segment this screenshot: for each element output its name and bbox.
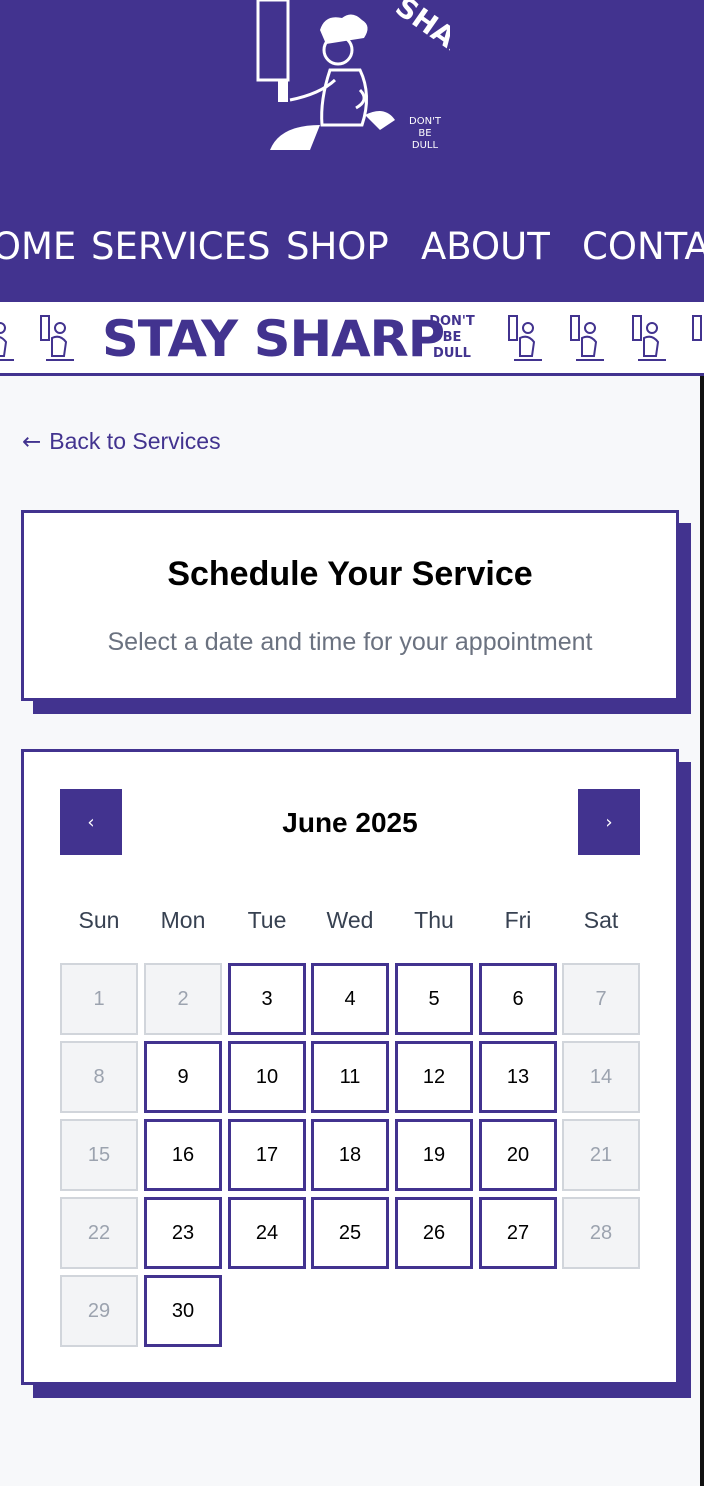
calendar-day-unavailable: 7 [562,963,640,1035]
nav-item-contact[interactable]: CONTACT [582,222,704,272]
calendar-day-available[interactable]: 23 [144,1197,222,1269]
calendar-day-unavailable: 15 [60,1119,138,1191]
running-chef-icon [632,315,666,361]
calendar-day-available[interactable]: 12 [395,1041,473,1113]
calendar-day-available[interactable]: 20 [479,1119,557,1191]
nav-item-home[interactable]: HOME [0,222,76,272]
calendar-card: ‹ June 2025 › Sun Mon Tue Wed Thu Fri Sat 1 2 3 4 5… [21,749,679,1385]
running-chef-icon [0,322,14,361]
weekday-label: Mon [160,907,206,933]
calendar-day-available[interactable]: 16 [144,1119,222,1191]
banner-tagline: DON'T BE DULL [425,314,479,362]
calendar-day-available[interactable]: 5 [395,963,473,1035]
calendar-day-available[interactable]: 3 [228,963,306,1035]
weekday-label: Fri [504,907,532,933]
svg-text:SHARP: SHARP [389,0,450,78]
banner-tagline-line: DON'T [429,314,475,329]
banner-wordmark: STAY SHARP [102,310,445,368]
page-title: Schedule Your Service [167,555,533,593]
nav-item-services[interactable]: SERVICES [91,222,270,272]
calendar-day-unavailable: 21 [562,1119,640,1191]
calendar-day-unavailable: 14 [562,1041,640,1113]
calendar-day-unavailable: 22 [60,1197,138,1269]
calendar-day-available[interactable]: 18 [311,1119,389,1191]
weekday-label: Sat [583,907,619,933]
calendar-day-available[interactable]: 17 [228,1119,306,1191]
calendar-day-unavailable: 8 [60,1041,138,1113]
calendar-day-unavailable: 29 [60,1275,138,1347]
logo-tagline-line: DON'T [409,116,441,127]
calendar-day-unavailable: 2 [144,963,222,1035]
logo-tagline-line: DULL [411,140,439,151]
calendar-day-available[interactable]: 26 [395,1197,473,1269]
weekday-label: Tue [247,907,287,933]
calendar-day-available[interactable]: 27 [479,1197,557,1269]
banner-tagline-line: DULL [433,346,471,361]
next-month-button[interactable]: › [578,789,640,855]
calendar-day-unavailable: 28 [562,1197,640,1269]
running-chef-icon [40,315,74,361]
calendar-day-available[interactable]: 9 [144,1041,222,1113]
page-edge-divider [700,376,704,1486]
weekday-label: Thu [414,907,454,933]
arrow-left-icon: ← [22,428,42,455]
calendar-day-available[interactable]: 6 [479,963,557,1035]
weekday-label: Sun [78,907,120,933]
page-subtitle: Select a date and time for your appointm… [107,628,593,656]
running-chef-icon [692,315,702,341]
calendar-day-unavailable: 1 [60,963,138,1035]
back-link-label: Back to Services [49,428,221,454]
calendar-day-available[interactable]: 11 [311,1041,389,1113]
calendar-day-available[interactable]: 25 [311,1197,389,1269]
back-to-services-link[interactable]: ← Back to Services [22,428,221,455]
running-chef-icon [570,315,604,361]
running-chef-icon [508,315,542,361]
weekday-label: Wed [326,907,374,933]
nav-item-shop[interactable]: SHOP [286,222,389,272]
logo-tagline: DON'T BE DULL [403,116,447,152]
calendar-day-available[interactable]: 30 [144,1275,222,1347]
calendar-day-available[interactable]: 4 [311,963,389,1035]
calendar-day-available[interactable]: 13 [479,1041,557,1113]
promo-banner: STAY SHARP DON'T BE DULL [0,300,704,376]
nav-item-about[interactable]: ABOUT [421,222,550,272]
logo-tagline-line: BE [418,128,432,139]
banner-tagline-line: BE [442,330,462,345]
calendar-day-available[interactable]: 19 [395,1119,473,1191]
site-header: SHARP DON'T BE DULL HOME SERVICES SHOP A… [0,0,704,300]
schedule-header-card: Schedule Your Service Select a date and … [21,510,679,701]
calendar-day-available[interactable]: 24 [228,1197,306,1269]
calendar-day-available[interactable]: 10 [228,1041,306,1113]
